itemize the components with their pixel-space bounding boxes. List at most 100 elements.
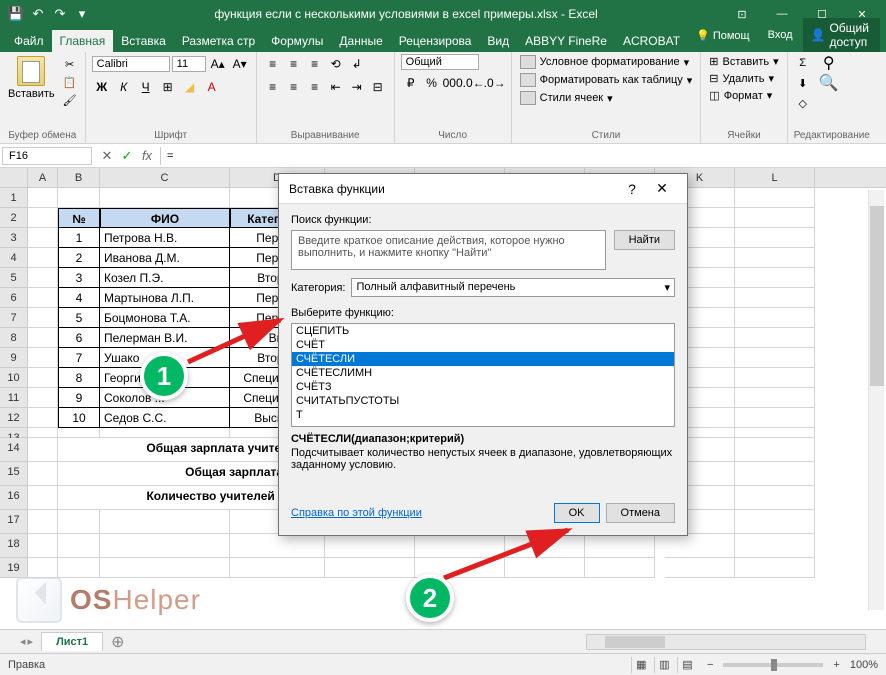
bold-icon[interactable]: Ж — [92, 77, 112, 97]
font-size-select[interactable]: 11 — [172, 56, 206, 72]
cancel-button[interactable]: Отмена — [606, 503, 675, 523]
function-list-item[interactable]: СЧЁТЕСЛИМН — [292, 366, 674, 380]
decrease-font-icon[interactable]: A▾ — [230, 54, 250, 74]
sheet-prev-icon[interactable]: ◂ — [20, 635, 26, 648]
row-header[interactable]: 17 — [0, 510, 28, 534]
row-header[interactable]: 8 — [0, 328, 28, 348]
name-box[interactable]: F16 — [2, 147, 92, 165]
col-header-L[interactable]: L — [735, 168, 815, 187]
tab-acrobat[interactable]: ACROBAT — [615, 30, 688, 52]
function-list-item[interactable]: СЧЁТ — [292, 338, 674, 352]
orientation-icon[interactable]: ⟲ — [326, 54, 346, 74]
col-header-C[interactable]: C — [100, 168, 230, 187]
accept-formula-icon[interactable]: ✓ — [118, 147, 136, 165]
cell-styles-button[interactable]: Стили ячеек ▾ — [518, 90, 695, 106]
wrap-text-icon[interactable]: ↲ — [347, 54, 367, 74]
tab-file[interactable]: Файл — [6, 30, 52, 52]
autosum-icon[interactable]: Σ — [794, 54, 812, 72]
col-header-A[interactable]: A — [28, 168, 58, 187]
function-list-item[interactable]: СЧЁТЕСЛИ — [292, 352, 674, 366]
sheet-next-icon[interactable]: ▸ — [28, 635, 34, 648]
comma-icon[interactable]: 000 — [443, 73, 463, 93]
category-select[interactable]: Полный алфавитный перечень▾ — [351, 278, 675, 297]
insert-cells-button[interactable]: ⊞ Вставить ▾ — [707, 54, 780, 69]
currency-icon[interactable]: ₽ — [401, 73, 421, 93]
row-header[interactable]: 19 — [0, 558, 28, 578]
horizontal-scrollbar[interactable] — [586, 634, 866, 650]
search-input[interactable]: Введите краткое описание действия, котор… — [291, 230, 606, 270]
percent-icon[interactable]: % — [422, 73, 442, 93]
align-mid-icon[interactable]: ≡ — [284, 54, 304, 74]
underline-icon[interactable]: Ч — [136, 77, 156, 97]
select-all-corner[interactable] — [0, 168, 28, 187]
row-header[interactable]: 11 — [0, 388, 28, 408]
sort-filter-icon[interactable]: ⚲ — [820, 54, 838, 72]
qat-more-icon[interactable]: ▾ — [74, 6, 90, 22]
row-header[interactable]: 5 — [0, 268, 28, 288]
tab-view[interactable]: Вид — [479, 30, 517, 52]
inc-decimal-icon[interactable]: .0← — [464, 73, 484, 93]
row-header[interactable]: 16 — [0, 486, 28, 510]
page-layout-view-icon[interactable]: ▥ — [654, 657, 674, 673]
copy-icon[interactable]: 📋 — [61, 74, 79, 90]
zoom-slider[interactable] — [723, 663, 823, 667]
tab-abbyy[interactable]: ABBYY FineRe — [517, 30, 615, 52]
formula-input[interactable]: = — [161, 148, 886, 164]
tab-insert[interactable]: Вставка — [113, 30, 174, 52]
row-header[interactable]: 9 — [0, 348, 28, 368]
align-right-icon[interactable]: ≡ — [305, 77, 325, 97]
format-cells-button[interactable]: ◫ Формат ▾ — [707, 88, 780, 103]
zoom-out-icon[interactable]: − — [707, 659, 713, 671]
tab-data[interactable]: Данные — [331, 30, 390, 52]
sheet-tab-1[interactable]: Лист1 — [41, 632, 103, 651]
conditional-format-button[interactable]: Условное форматирование ▾ — [518, 54, 695, 70]
cancel-formula-icon[interactable]: ✕ — [98, 147, 116, 165]
row-header[interactable]: 3 — [0, 228, 28, 248]
border-icon[interactable]: ⊞ — [158, 77, 178, 97]
zoom-in-icon[interactable]: + — [833, 659, 839, 671]
save-icon[interactable]: 💾 — [8, 6, 24, 22]
tab-layout[interactable]: Разметка стр — [174, 30, 263, 52]
dialog-titlebar[interactable]: Вставка функции ? ✕ — [279, 174, 687, 204]
row-header[interactable]: 10 — [0, 368, 28, 388]
indent-inc-icon[interactable]: ⇥ — [347, 77, 367, 97]
find-select-icon[interactable]: 🔍 — [820, 74, 838, 92]
dialog-close-icon[interactable]: ✕ — [647, 174, 677, 204]
row-header[interactable]: 15 — [0, 462, 28, 486]
merge-icon[interactable]: ⊟ — [368, 77, 388, 97]
delete-cells-button[interactable]: ⊟ Удалить ▾ — [707, 71, 780, 86]
normal-view-icon[interactable]: ▦ — [631, 657, 651, 673]
function-list-item[interactable]: СЦЕПИТЬ — [292, 324, 674, 338]
format-as-table-button[interactable]: Форматировать как таблицу ▾ — [518, 72, 695, 88]
font-name-select[interactable]: Calibri — [92, 56, 170, 72]
row-header[interactable]: 14 — [0, 438, 28, 462]
row-header[interactable]: 13 — [0, 428, 28, 438]
sign-in[interactable]: Вход — [760, 25, 801, 45]
paste-button[interactable]: Вставить — [6, 54, 57, 102]
page-break-view-icon[interactable]: ▤ — [677, 657, 697, 673]
row-header[interactable]: 2 — [0, 208, 28, 228]
col-header-B[interactable]: B — [58, 168, 100, 187]
italic-icon[interactable]: К — [114, 77, 134, 97]
function-list-item[interactable]: Т — [292, 408, 674, 422]
align-top-icon[interactable]: ≡ — [263, 54, 283, 74]
fill-color-icon[interactable]: ◢ — [180, 77, 200, 97]
align-center-icon[interactable]: ≡ — [284, 77, 304, 97]
function-list-item[interactable]: СЧИТАТЬПУСТОТЫ — [292, 394, 674, 408]
clear-icon[interactable]: ◇ — [794, 94, 812, 112]
indent-dec-icon[interactable]: ⇤ — [326, 77, 346, 97]
font-color-icon[interactable]: A — [202, 77, 222, 97]
function-list[interactable]: СЦЕПИТЬСЧЁТСЧЁТЕСЛИСЧЁТЕСЛИМНСЧЁТЗСЧИТАТ… — [291, 323, 675, 427]
align-left-icon[interactable]: ≡ — [263, 77, 283, 97]
function-list-item[interactable]: СЧЁТЗ — [292, 380, 674, 394]
row-header[interactable]: 7 — [0, 308, 28, 328]
redo-icon[interactable]: ↷ — [52, 6, 68, 22]
row-header[interactable]: 12 — [0, 408, 28, 428]
align-bot-icon[interactable]: ≡ — [305, 54, 325, 74]
find-button[interactable]: Найти — [614, 230, 675, 250]
tab-formulas[interactable]: Формулы — [263, 30, 331, 52]
row-header[interactable]: 6 — [0, 288, 28, 308]
tab-review[interactable]: Рецензирова — [391, 30, 480, 52]
fill-icon[interactable]: ⬇ — [794, 74, 812, 92]
row-header[interactable]: 18 — [0, 534, 28, 558]
